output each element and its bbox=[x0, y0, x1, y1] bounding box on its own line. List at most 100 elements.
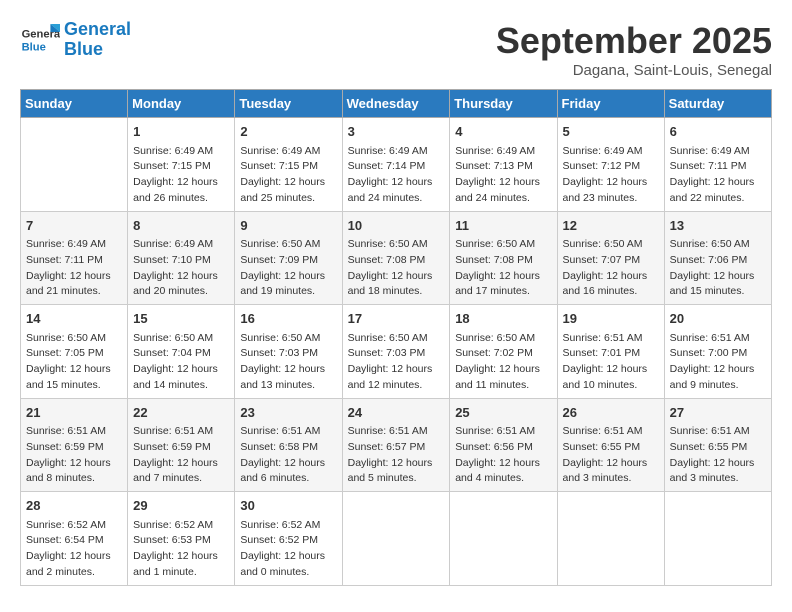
calendar-cell: 2Sunrise: 6:49 AMSunset: 7:15 PMDaylight… bbox=[235, 118, 342, 212]
day-info: Sunrise: 6:50 AM bbox=[563, 237, 659, 253]
day-info: and 13 minutes. bbox=[240, 378, 336, 394]
calendar-cell: 22Sunrise: 6:51 AMSunset: 6:59 PMDayligh… bbox=[128, 398, 235, 492]
day-info: Sunrise: 6:50 AM bbox=[348, 331, 445, 347]
day-info: Daylight: 12 hours bbox=[26, 269, 122, 285]
day-info: and 7 minutes. bbox=[133, 471, 229, 487]
calendar-cell: 27Sunrise: 6:51 AMSunset: 6:55 PMDayligh… bbox=[664, 398, 771, 492]
day-header-tuesday: Tuesday bbox=[235, 90, 342, 118]
day-info: Sunrise: 6:50 AM bbox=[348, 237, 445, 253]
day-info: Sunset: 7:11 PM bbox=[26, 253, 122, 269]
day-info: and 19 minutes. bbox=[240, 284, 336, 300]
day-info: Daylight: 12 hours bbox=[348, 456, 445, 472]
day-info: Sunrise: 6:50 AM bbox=[26, 331, 122, 347]
calendar-week-5: 28Sunrise: 6:52 AMSunset: 6:54 PMDayligh… bbox=[21, 492, 772, 586]
day-info: Daylight: 12 hours bbox=[348, 362, 445, 378]
day-number: 24 bbox=[348, 403, 445, 423]
day-info: and 22 minutes. bbox=[670, 191, 766, 207]
day-info: and 24 minutes. bbox=[348, 191, 445, 207]
page-header: General Blue GeneralBlue September 2025 … bbox=[20, 20, 772, 79]
calendar-cell: 14Sunrise: 6:50 AMSunset: 7:05 PMDayligh… bbox=[21, 305, 128, 399]
calendar-cell: 20Sunrise: 6:51 AMSunset: 7:00 PMDayligh… bbox=[664, 305, 771, 399]
day-info: Daylight: 12 hours bbox=[348, 175, 445, 191]
day-info: Sunset: 7:08 PM bbox=[348, 253, 445, 269]
day-number: 17 bbox=[348, 309, 445, 329]
day-header-thursday: Thursday bbox=[450, 90, 557, 118]
day-info: Daylight: 12 hours bbox=[240, 549, 336, 565]
day-info: Sunrise: 6:50 AM bbox=[240, 331, 336, 347]
day-info: Sunset: 7:08 PM bbox=[455, 253, 551, 269]
calendar-cell: 7Sunrise: 6:49 AMSunset: 7:11 PMDaylight… bbox=[21, 211, 128, 305]
day-info: and 21 minutes. bbox=[26, 284, 122, 300]
calendar-cell: 12Sunrise: 6:50 AMSunset: 7:07 PMDayligh… bbox=[557, 211, 664, 305]
calendar-cell: 4Sunrise: 6:49 AMSunset: 7:13 PMDaylight… bbox=[450, 118, 557, 212]
day-info: and 20 minutes. bbox=[133, 284, 229, 300]
day-info: Sunset: 7:01 PM bbox=[563, 346, 659, 362]
day-info: and 0 minutes. bbox=[240, 565, 336, 581]
logo-text: GeneralBlue bbox=[64, 20, 131, 60]
day-number: 2 bbox=[240, 122, 336, 142]
day-info: Daylight: 12 hours bbox=[26, 549, 122, 565]
calendar-cell: 28Sunrise: 6:52 AMSunset: 6:54 PMDayligh… bbox=[21, 492, 128, 586]
day-info: Sunrise: 6:52 AM bbox=[133, 518, 229, 534]
day-info: and 1 minute. bbox=[133, 565, 229, 581]
day-info: Sunset: 7:00 PM bbox=[670, 346, 766, 362]
day-info: Daylight: 12 hours bbox=[455, 362, 551, 378]
calendar-cell: 16Sunrise: 6:50 AMSunset: 7:03 PMDayligh… bbox=[235, 305, 342, 399]
day-info: and 16 minutes. bbox=[563, 284, 659, 300]
calendar-cell: 15Sunrise: 6:50 AMSunset: 7:04 PMDayligh… bbox=[128, 305, 235, 399]
calendar-cell: 11Sunrise: 6:50 AMSunset: 7:08 PMDayligh… bbox=[450, 211, 557, 305]
day-info: Sunset: 7:03 PM bbox=[348, 346, 445, 362]
day-header-wednesday: Wednesday bbox=[342, 90, 450, 118]
day-info: and 15 minutes. bbox=[26, 378, 122, 394]
day-info: Sunrise: 6:51 AM bbox=[670, 331, 766, 347]
day-info: Sunrise: 6:50 AM bbox=[455, 237, 551, 253]
day-info: and 14 minutes. bbox=[133, 378, 229, 394]
day-number: 27 bbox=[670, 403, 766, 423]
day-info: and 18 minutes. bbox=[348, 284, 445, 300]
day-info: and 17 minutes. bbox=[455, 284, 551, 300]
calendar-cell: 30Sunrise: 6:52 AMSunset: 6:52 PMDayligh… bbox=[235, 492, 342, 586]
day-info: Sunrise: 6:50 AM bbox=[133, 331, 229, 347]
calendar-cell bbox=[557, 492, 664, 586]
day-info: Sunrise: 6:49 AM bbox=[348, 144, 445, 160]
calendar-cell bbox=[21, 118, 128, 212]
day-info: and 15 minutes. bbox=[670, 284, 766, 300]
day-info: Sunrise: 6:51 AM bbox=[455, 424, 551, 440]
day-info: Sunset: 6:54 PM bbox=[26, 533, 122, 549]
day-header-monday: Monday bbox=[128, 90, 235, 118]
day-info: and 10 minutes. bbox=[563, 378, 659, 394]
day-info: Daylight: 12 hours bbox=[455, 269, 551, 285]
day-info: Daylight: 12 hours bbox=[670, 269, 766, 285]
day-info: Daylight: 12 hours bbox=[133, 456, 229, 472]
day-info: Daylight: 12 hours bbox=[26, 362, 122, 378]
day-info: Sunset: 6:55 PM bbox=[563, 440, 659, 456]
day-number: 23 bbox=[240, 403, 336, 423]
day-info: Daylight: 12 hours bbox=[670, 456, 766, 472]
day-info: Daylight: 12 hours bbox=[133, 175, 229, 191]
day-info: Sunset: 7:04 PM bbox=[133, 346, 229, 362]
calendar-cell bbox=[450, 492, 557, 586]
day-header-sunday: Sunday bbox=[21, 90, 128, 118]
day-number: 29 bbox=[133, 496, 229, 516]
day-info: Sunrise: 6:50 AM bbox=[455, 331, 551, 347]
calendar-cell: 6Sunrise: 6:49 AMSunset: 7:11 PMDaylight… bbox=[664, 118, 771, 212]
calendar-week-2: 7Sunrise: 6:49 AMSunset: 7:11 PMDaylight… bbox=[21, 211, 772, 305]
calendar-cell: 21Sunrise: 6:51 AMSunset: 6:59 PMDayligh… bbox=[21, 398, 128, 492]
day-number: 14 bbox=[26, 309, 122, 329]
day-info: Daylight: 12 hours bbox=[563, 269, 659, 285]
day-number: 5 bbox=[563, 122, 659, 142]
day-info: Sunset: 7:11 PM bbox=[670, 159, 766, 175]
day-info: and 23 minutes. bbox=[563, 191, 659, 207]
day-info: Sunrise: 6:49 AM bbox=[563, 144, 659, 160]
day-info: Sunset: 6:56 PM bbox=[455, 440, 551, 456]
day-number: 15 bbox=[133, 309, 229, 329]
svg-text:Blue: Blue bbox=[22, 41, 46, 53]
calendar-week-4: 21Sunrise: 6:51 AMSunset: 6:59 PMDayligh… bbox=[21, 398, 772, 492]
calendar-cell: 13Sunrise: 6:50 AMSunset: 7:06 PMDayligh… bbox=[664, 211, 771, 305]
day-number: 9 bbox=[240, 216, 336, 236]
calendar-week-1: 1Sunrise: 6:49 AMSunset: 7:15 PMDaylight… bbox=[21, 118, 772, 212]
day-number: 12 bbox=[563, 216, 659, 236]
day-info: Sunrise: 6:49 AM bbox=[133, 144, 229, 160]
day-header-saturday: Saturday bbox=[664, 90, 771, 118]
day-number: 8 bbox=[133, 216, 229, 236]
